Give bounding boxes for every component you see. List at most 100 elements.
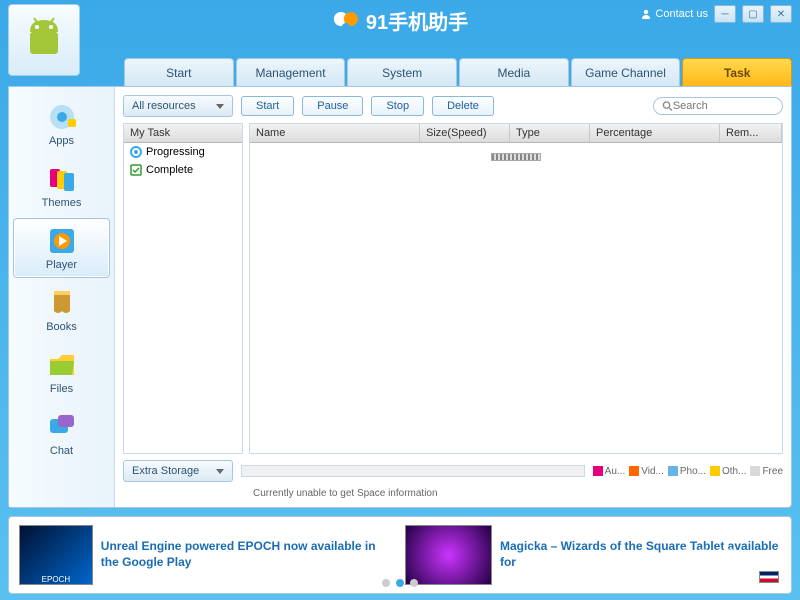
column-size[interactable]: Size(Speed) (420, 124, 510, 142)
person-icon (640, 8, 652, 20)
sidebar-item-label: Apps (49, 135, 74, 147)
legend-label: Au... (605, 466, 626, 477)
main-area: Apps Themes Player Books Files Chat All … (8, 86, 792, 508)
table-body (250, 143, 782, 453)
toolbar: All resources Start Pause Stop Delete (123, 95, 783, 117)
device-logo (8, 4, 80, 76)
progress-icon (130, 146, 142, 158)
task-tree: My Task Progressing Complete (123, 123, 243, 454)
sidebar-item-label: Books (46, 321, 77, 333)
tab-label: Game Channel (585, 66, 666, 80)
promo-image: EPOCH (19, 525, 93, 585)
legend-item: Vid... (629, 466, 664, 477)
storage-row: Extra Storage Au... Vid... Pho... Oth... Fre… (123, 460, 783, 482)
start-button[interactable]: Start (241, 96, 294, 116)
tab-media[interactable]: Media (459, 58, 569, 86)
promo-footer: EPOCH Unreal Engine powered EPOCH now av… (8, 516, 792, 594)
promo-2[interactable]: Magicka – Wizards of the Square Tablet a… (405, 525, 781, 585)
contact-us-label: Contact us (655, 8, 708, 20)
search-input[interactable] (673, 100, 774, 112)
legend-label: Vid... (641, 466, 664, 477)
minimize-button[interactable]: ─ (714, 5, 736, 23)
swatch (668, 466, 678, 476)
sidebar-item-label: Themes (42, 197, 82, 209)
dot-active[interactable] (396, 579, 404, 587)
stop-button[interactable]: Stop (371, 96, 424, 116)
promo-text: Unreal Engine powered EPOCH now availabl… (101, 539, 395, 570)
delete-button[interactable]: Delete (432, 96, 494, 116)
extra-storage-dropdown[interactable]: Extra Storage (123, 460, 233, 482)
books-icon (46, 287, 78, 319)
sidebar-item-label: Chat (50, 445, 73, 457)
task-table: Name Size(Speed) Type Percentage Rem... (249, 123, 783, 454)
column-remaining[interactable]: Rem... (720, 124, 782, 142)
tab-game-channel[interactable]: Game Channel (571, 58, 681, 86)
table-header: Name Size(Speed) Type Percentage Rem... (250, 124, 782, 143)
search-icon (662, 100, 673, 112)
pause-button[interactable]: Pause (302, 96, 363, 116)
tab-task[interactable]: Task (682, 58, 792, 86)
swatch (629, 466, 639, 476)
dropdown-label: Extra Storage (132, 465, 199, 477)
promo-image (405, 525, 492, 585)
legend-item: Pho... (668, 466, 706, 477)
task-tree-header: My Task (124, 124, 242, 143)
tab-system[interactable]: System (347, 58, 457, 86)
tab-label: Management (255, 66, 325, 80)
close-button[interactable]: ✕ (770, 5, 792, 23)
promo-1[interactable]: EPOCH Unreal Engine powered EPOCH now av… (19, 525, 395, 585)
column-name[interactable]: Name (250, 124, 420, 142)
app-title-text: 91手机助手 (366, 6, 468, 35)
sidebar-item-books[interactable]: Books (13, 280, 110, 340)
maximize-button[interactable]: ▢ (742, 5, 764, 23)
tabs-row: Start Management System Media Game Chann… (124, 58, 792, 86)
tab-start[interactable]: Start (124, 58, 234, 86)
legend-label: Pho... (680, 466, 706, 477)
sidebar-item-themes[interactable]: Themes (13, 156, 110, 216)
tab-label: Media (498, 66, 531, 80)
storage-status: Currently unable to get Space informatio… (123, 488, 783, 499)
sidebar: Apps Themes Player Books Files Chat (9, 87, 115, 507)
player-icon (46, 225, 78, 257)
sidebar-item-apps[interactable]: Apps (13, 94, 110, 154)
tab-label: Start (166, 66, 191, 80)
dot[interactable] (410, 579, 418, 587)
swatch (750, 466, 760, 476)
legend-label: Oth... (722, 466, 746, 477)
tree-item-label: Progressing (146, 146, 205, 158)
carousel-dots (382, 579, 418, 587)
column-type[interactable]: Type (510, 124, 590, 142)
sidebar-item-chat[interactable]: Chat (13, 404, 110, 464)
app-logo-icon (332, 7, 360, 35)
chat-icon (46, 411, 78, 443)
sidebar-item-label: Player (46, 259, 77, 271)
swatch (710, 466, 720, 476)
app-title: 91手机助手 (332, 6, 468, 35)
dropdown-label: All resources (132, 100, 196, 112)
work-area: My Task Progressing Complete Name Size(S… (123, 123, 783, 454)
tree-item-label: Complete (146, 164, 193, 176)
legend-item: Au... (593, 466, 626, 477)
chevron-down-icon (216, 104, 224, 109)
language-flag[interactable] (759, 571, 779, 583)
sidebar-item-player[interactable]: Player (13, 218, 110, 278)
legend-item: Oth... (710, 466, 746, 477)
contact-us-link[interactable]: Contact us (640, 8, 708, 20)
tab-management[interactable]: Management (236, 58, 346, 86)
promo-text: Magicka – Wizards of the Square Tablet a… (500, 539, 781, 570)
tree-item-complete[interactable]: Complete (124, 161, 242, 179)
search-box[interactable] (653, 97, 783, 115)
sidebar-item-label: Files (50, 383, 73, 395)
android-icon (20, 16, 68, 64)
tab-label: Task (724, 66, 750, 80)
column-percentage[interactable]: Percentage (590, 124, 720, 142)
apps-icon (46, 101, 78, 133)
storage-legend: Au... Vid... Pho... Oth... Free (593, 466, 783, 477)
resources-dropdown[interactable]: All resources (123, 95, 233, 117)
legend-item: Free (750, 466, 783, 477)
sidebar-item-files[interactable]: Files (13, 342, 110, 402)
chevron-down-icon (216, 469, 224, 474)
complete-icon (130, 164, 142, 176)
dot[interactable] (382, 579, 390, 587)
tree-item-progressing[interactable]: Progressing (124, 143, 242, 161)
